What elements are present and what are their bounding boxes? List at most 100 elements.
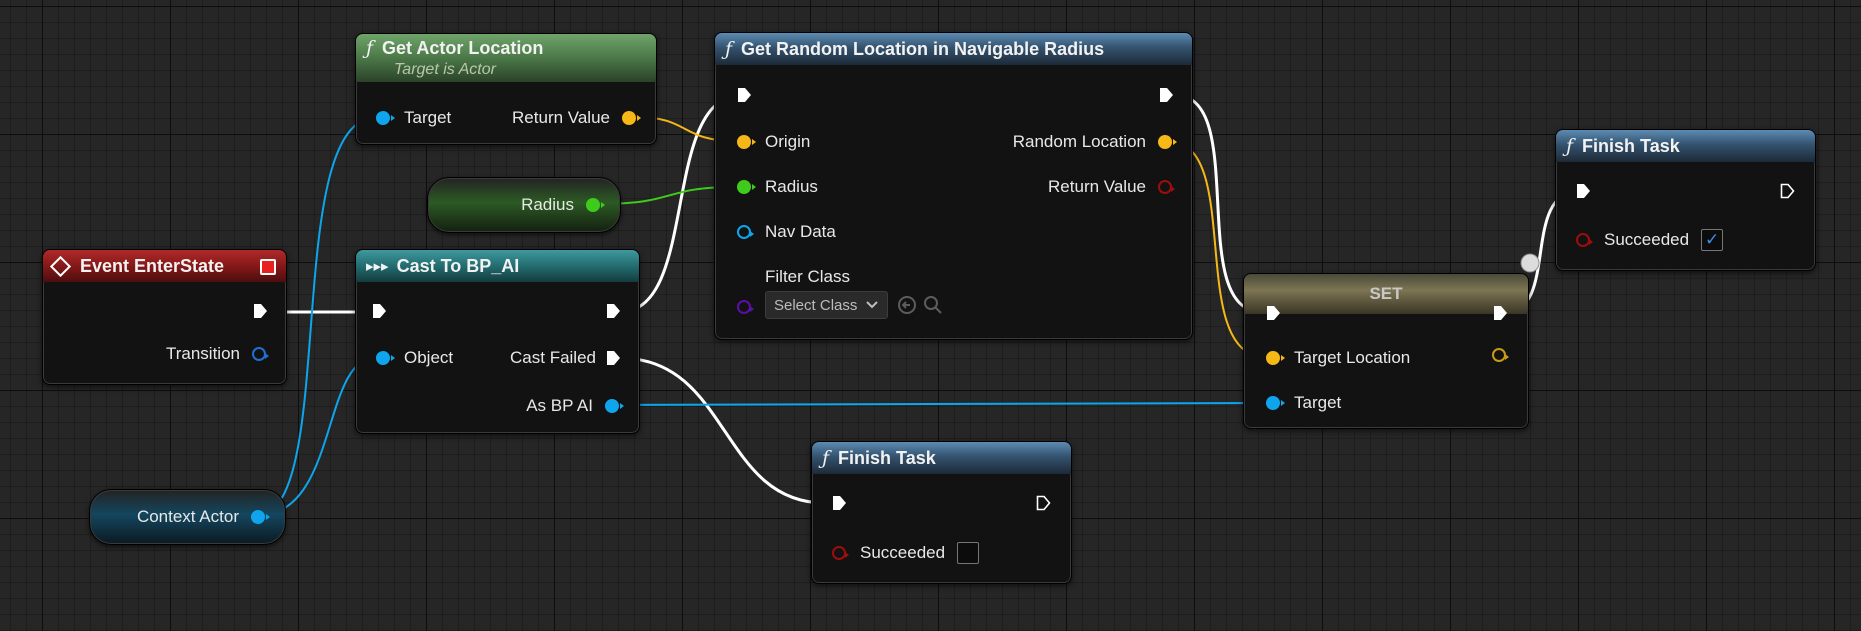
bool-pin-icon[interactable] [1576,233,1593,247]
exec-pin-icon[interactable] [606,303,621,319]
object-pin-icon[interactable] [376,111,395,125]
vector-pin-icon[interactable] [737,135,756,149]
exec-pin-icon[interactable] [1493,305,1508,321]
object-pin-icon[interactable] [1266,396,1285,410]
origin-input-pin[interactable]: Origin [737,132,810,152]
exec-input-pin[interactable] [372,303,387,319]
vector-pin-icon[interactable] [1158,135,1177,149]
target-input-pin[interactable]: Target [376,108,451,128]
class-pin-icon[interactable] [737,300,754,314]
exec-output-pin[interactable] [253,303,268,319]
exec-pin-icon[interactable] [1266,305,1281,321]
object-pin-icon[interactable] [737,225,754,239]
float-pin-icon[interactable] [586,198,605,212]
return-value-output-pin[interactable]: Return Value [1048,177,1175,197]
exec-pin-icon[interactable] [253,303,268,319]
function-icon: ƒ [725,38,733,60]
node-title: SET [1369,284,1403,303]
as-bp-ai-output-pin[interactable]: As BP AI [526,396,624,416]
filter-class-input-pin[interactable]: Filter Class Select Class [737,267,944,319]
bool-pin-icon[interactable] [1158,180,1175,194]
node-header: Event EnterState [43,250,286,282]
context-actor-variable-node[interactable]: Context Actor [89,489,286,545]
vector-pin-icon[interactable] [1266,351,1285,365]
exec-pin-icon[interactable] [737,87,752,103]
function-icon: ƒ [1566,135,1574,157]
random-location-output-pin[interactable]: Random Location [1013,132,1177,152]
object-input-pin[interactable]: Object [376,348,453,368]
struct-pin-icon[interactable] [252,347,269,361]
exec-input-pin[interactable] [1576,183,1591,199]
finish-task-succeeded-node[interactable]: ƒ Finish Task Succeeded ✓ [1555,129,1816,271]
node-header: ƒ Finish Task [812,442,1071,474]
return-value-output-pin[interactable]: Return Value [512,108,641,128]
variable-label: Radius [521,195,574,214]
vector-pin-icon[interactable] [1492,348,1509,362]
succeeded-checkbox[interactable]: ✓ [1701,229,1724,251]
transition-output-pin[interactable]: Transition [165,344,269,364]
target-location-input-pin[interactable]: Target Location [1266,348,1410,368]
exec-pin-icon[interactable] [606,350,621,366]
node-header: ƒ Finish Task [1556,130,1815,162]
pin-label: Target [1294,393,1342,412]
pin-label: Transition [165,344,240,363]
exec-output-pin[interactable] [1493,305,1508,321]
float-pin-icon[interactable] [737,180,756,194]
object-pin-icon[interactable] [251,510,270,524]
select-class-dropdown[interactable]: Select Class [765,291,889,319]
search-icon[interactable] [922,294,944,316]
node-header: ƒ Get Random Location in Navigable Radiu… [715,33,1192,65]
pin-label: Succeeded [1604,230,1690,249]
pin-label: Return Value [512,108,610,127]
exec-pin-icon[interactable] [372,303,387,319]
get-random-location-node[interactable]: ƒ Get Random Location in Navigable Radiu… [714,32,1193,340]
variable-label: Context Actor [136,507,239,526]
node-header: SET [1244,274,1528,314]
pin-label: Origin [765,132,811,151]
exec-input-pin[interactable] [737,87,752,103]
reroute-knot [1520,253,1540,273]
event-enterstate-node[interactable]: Event EnterState Transition [42,249,287,385]
pin-label: As BP AI [526,396,593,415]
succeeded-input-pin[interactable]: Succeeded [832,542,980,564]
exec-input-pin[interactable] [1266,305,1281,321]
nav-data-input-pin[interactable]: Nav Data [737,222,836,242]
pin-label: Filter Class [765,267,851,286]
exec-output-pin[interactable] [1159,87,1174,103]
finish-task-failed-node[interactable]: ƒ Finish Task Succeeded [811,441,1072,584]
node-title: Cast To BP_AI [396,255,520,276]
radius-variable-node[interactable]: Radius [427,177,621,233]
pin-label: Cast Failed [510,348,596,367]
object-pin-icon[interactable] [605,399,624,413]
exec-pin-icon[interactable] [1780,183,1795,199]
exec-pin-icon[interactable] [1036,495,1051,511]
stop-icon [260,259,276,275]
pin-label: Return Value [1048,177,1146,196]
use-selected-icon[interactable] [896,294,918,316]
target-location-output-pin[interactable] [1492,348,1509,362]
cast-to-bp-ai-node[interactable]: ▸▸▸ Cast To BP_AI Object Cast Failed As … [355,249,640,434]
radius-input-pin[interactable]: Radius [737,177,818,197]
bool-pin-icon[interactable] [832,546,849,560]
node-subtitle: Target is Actor [394,61,496,78]
succeeded-checkbox[interactable] [957,542,980,564]
exec-input-pin[interactable] [832,495,847,511]
dropdown-value: Select Class [774,296,858,314]
radius-output-pin[interactable]: Radius [521,195,605,215]
exec-pin-icon[interactable] [1159,87,1174,103]
vector-pin-icon[interactable] [622,111,641,125]
cast-arrow-icon: ▸▸▸ [366,258,389,275]
target-input-pin[interactable]: Target [1266,393,1341,413]
set-node[interactable]: SET Target Location Target [1243,273,1529,429]
exec-output-pin[interactable] [1780,183,1795,199]
node-title: Finish Task [838,447,936,468]
exec-output-pin[interactable] [606,303,621,319]
cast-failed-output-pin[interactable]: Cast Failed [510,348,621,368]
object-pin-icon[interactable] [376,351,395,365]
succeeded-input-pin[interactable]: Succeeded ✓ [1576,229,1724,251]
context-actor-output-pin[interactable]: Context Actor [136,507,270,527]
exec-pin-icon[interactable] [832,495,847,511]
exec-output-pin[interactable] [1036,495,1051,511]
exec-pin-icon[interactable] [1576,183,1591,199]
get-actor-location-node[interactable]: ƒ Get Actor Location Target is Actor Targ… [355,33,657,145]
